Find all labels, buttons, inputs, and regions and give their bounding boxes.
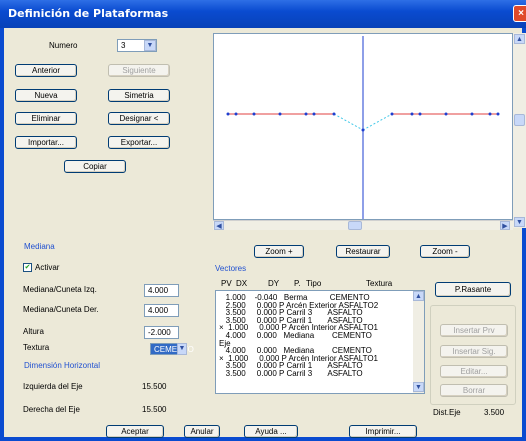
median-left-line bbox=[333, 113, 364, 131]
dist-eje-value: 3.500 bbox=[484, 408, 505, 417]
window-frame-left bbox=[0, 28, 4, 441]
list-item[interactable]: 3.500 0.000 P Carril 3 ASFALTO bbox=[219, 370, 424, 378]
vectores-group-title: Vectores bbox=[213, 264, 249, 273]
izquierda-value: 15.500 bbox=[142, 382, 167, 391]
chevron-down-icon[interactable]: ▼ bbox=[144, 40, 156, 51]
numero-select[interactable]: 3 ▼ bbox=[117, 39, 157, 52]
profile-plot bbox=[226, 36, 500, 219]
numero-value: 3 bbox=[121, 41, 126, 50]
title-bar: Definición de Plataformas bbox=[0, 0, 526, 28]
cuneta-izq-label: Mediana/Cuneta Izq. bbox=[23, 285, 97, 294]
profile-canvas[interactable] bbox=[213, 33, 513, 220]
vertex-point bbox=[470, 112, 474, 116]
cuneta-izq-field[interactable]: 4.000 bbox=[144, 284, 179, 297]
copiar-button[interactable]: Copiar bbox=[64, 160, 126, 173]
vertex-point bbox=[332, 112, 336, 116]
vertex-point bbox=[496, 112, 500, 116]
cuneta-der-label: Mediana/Cuneta Der. bbox=[23, 305, 99, 314]
altura-label: Altura bbox=[23, 327, 44, 336]
dimension-group-title: Dimensión Horizontal bbox=[22, 361, 103, 370]
textura-chevron-down-icon[interactable]: ▼ bbox=[177, 343, 187, 355]
p-rasante-button[interactable]: P.Rasante bbox=[435, 282, 511, 297]
nueva-button[interactable]: Nueva bbox=[15, 89, 77, 102]
insertar-sig-button[interactable]: Insertar Sig. bbox=[440, 345, 508, 358]
activar-checkbox[interactable]: ✔ bbox=[23, 263, 32, 272]
numero-label: Numero bbox=[49, 41, 78, 50]
anterior-button[interactable]: Anterior bbox=[15, 64, 77, 77]
col-textura-header: Textura bbox=[366, 279, 393, 288]
window-title: Definición de Plataformas bbox=[8, 7, 169, 20]
canvas-vertical-scrollbar[interactable]: ▲ ▼ bbox=[513, 33, 526, 228]
canvas-horizontal-scrollbar[interactable]: ◀ ▶ bbox=[213, 220, 513, 230]
col-tipo-header: Tipo bbox=[306, 279, 322, 288]
insertar-prv-button[interactable]: Insertar Prv bbox=[440, 324, 508, 337]
scroll-up-icon[interactable]: ▲ bbox=[514, 34, 525, 44]
derecha-label: Derecha del Eje bbox=[23, 405, 80, 414]
imprimir-button[interactable]: Imprimir... bbox=[349, 425, 417, 438]
vertex-point bbox=[234, 112, 238, 116]
vertex-point bbox=[390, 112, 394, 116]
vertex-point bbox=[361, 128, 365, 132]
importar-button[interactable]: Importar... bbox=[15, 136, 77, 149]
borrar-button[interactable]: Borrar bbox=[440, 384, 508, 397]
exportar-button[interactable]: Exportar... bbox=[108, 136, 170, 149]
mediana-group-title: Mediana bbox=[22, 242, 57, 251]
anular-button[interactable]: Anular bbox=[184, 425, 220, 438]
col-dx-header: DX bbox=[236, 279, 248, 288]
derecha-value: 15.500 bbox=[142, 405, 167, 414]
restaurar-button[interactable]: Restaurar bbox=[336, 245, 390, 258]
list-scroll-down-icon[interactable]: ▼ bbox=[413, 382, 424, 392]
list-item[interactable]: 4.000 0.000 Mediana CEMENTO bbox=[219, 332, 424, 340]
vertex-point bbox=[252, 112, 256, 116]
ayuda-button[interactable]: Ayuda ... bbox=[244, 425, 298, 438]
close-button[interactable]: × bbox=[513, 5, 526, 22]
designar-button[interactable]: Designar < bbox=[108, 112, 170, 125]
izquierda-label: Izquierda del Eje bbox=[23, 382, 83, 391]
zoom-in-button[interactable]: Zoom + bbox=[254, 245, 304, 258]
vertex-point bbox=[444, 112, 448, 116]
list-scroll-up-icon[interactable]: ▲ bbox=[413, 291, 424, 301]
col-dy-header: DY bbox=[268, 279, 280, 288]
simetria-button[interactable]: Simetria bbox=[108, 89, 170, 102]
aceptar-button[interactable]: Aceptar bbox=[106, 425, 164, 438]
col-pv-header: PV bbox=[221, 279, 232, 288]
dist-eje-label: Dist.Eje bbox=[433, 408, 461, 417]
vertex-point bbox=[418, 112, 422, 116]
cuneta-der-field[interactable]: 4.000 bbox=[144, 304, 179, 317]
vertex-point bbox=[488, 112, 492, 116]
vertex-point bbox=[312, 112, 316, 116]
editar-button[interactable]: Editar... bbox=[440, 365, 508, 378]
zoom-out-button[interactable]: Zoom - bbox=[420, 245, 470, 258]
eliminar-button[interactable]: Eliminar bbox=[15, 112, 77, 125]
textura-label: Textura bbox=[23, 343, 50, 352]
col-p-header: P. bbox=[294, 279, 301, 288]
vectores-list[interactable]: 1.000 -0.040 Berma CEMENTO 2.500 0.000 P… bbox=[215, 290, 425, 394]
activar-label: Activar bbox=[35, 263, 60, 272]
vertex-point bbox=[278, 112, 282, 116]
textura-value: CEMENTO bbox=[154, 344, 194, 354]
vertex-point bbox=[304, 112, 308, 116]
scroll-thumb[interactable] bbox=[514, 114, 525, 126]
altura-field[interactable]: -2.000 bbox=[144, 326, 179, 339]
siguiente-button[interactable]: Siguiente bbox=[108, 64, 170, 77]
vertex-point bbox=[410, 112, 414, 116]
median-right-line bbox=[362, 113, 393, 131]
vertex-point bbox=[226, 112, 230, 116]
scroll-down-icon[interactable]: ▼ bbox=[514, 217, 525, 227]
scroll-left-icon[interactable]: ◀ bbox=[214, 221, 224, 230]
list-scrollbar[interactable]: ▲ ▼ bbox=[413, 291, 424, 393]
scroll-right-icon[interactable]: ▶ bbox=[500, 221, 510, 230]
hscroll-thumb[interactable] bbox=[348, 221, 362, 230]
